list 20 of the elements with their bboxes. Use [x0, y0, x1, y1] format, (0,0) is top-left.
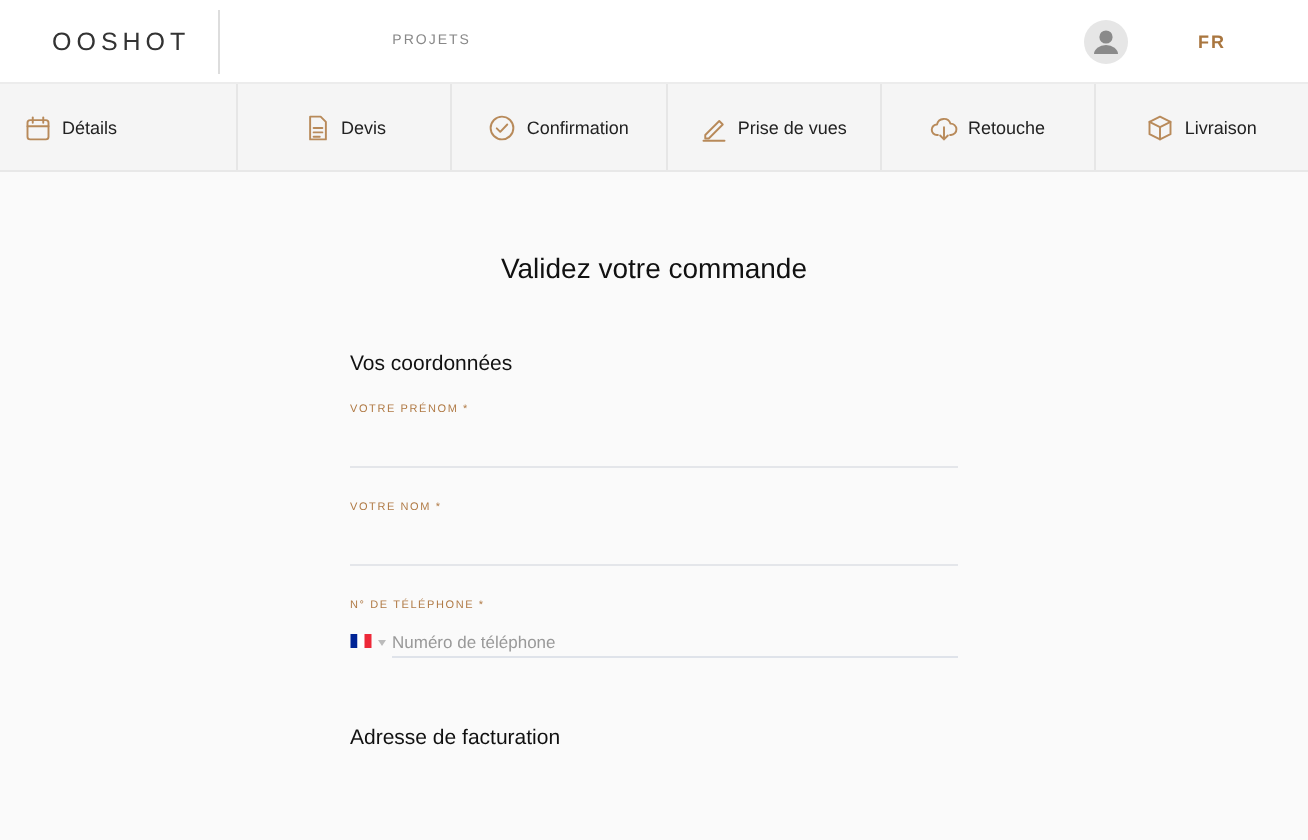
step-tab[interactable]: Confirmation [452, 84, 668, 170]
caret-icon[interactable] [378, 640, 386, 646]
language-selector[interactable]: FR [1198, 31, 1226, 51]
logo[interactable]: OOSHOT [52, 9, 221, 73]
section-title: Vos coordonnées [350, 352, 515, 376]
calendar-icon [24, 113, 52, 141]
document-icon [303, 113, 331, 141]
step-tab[interactable]: Devis [238, 84, 453, 170]
page-title: Validez votre commande [498, 252, 810, 284]
box-icon [1146, 113, 1175, 141]
step-tab[interactable]: Retouche [881, 84, 1096, 170]
step-tab[interactable]: Prise de vues [667, 84, 882, 170]
check-icon [488, 113, 517, 141]
section-title: Adresse de facturation [350, 726, 563, 750]
cloud-icon [930, 113, 958, 141]
avatar-icon[interactable] [1084, 19, 1128, 63]
step-tab[interactable]: Détails [0, 84, 239, 170]
phone-field[interactable]: Numéro de téléphone [392, 632, 958, 658]
step-tab[interactable]: Livraison [1095, 84, 1308, 170]
flag-icon[interactable] [350, 634, 372, 648]
